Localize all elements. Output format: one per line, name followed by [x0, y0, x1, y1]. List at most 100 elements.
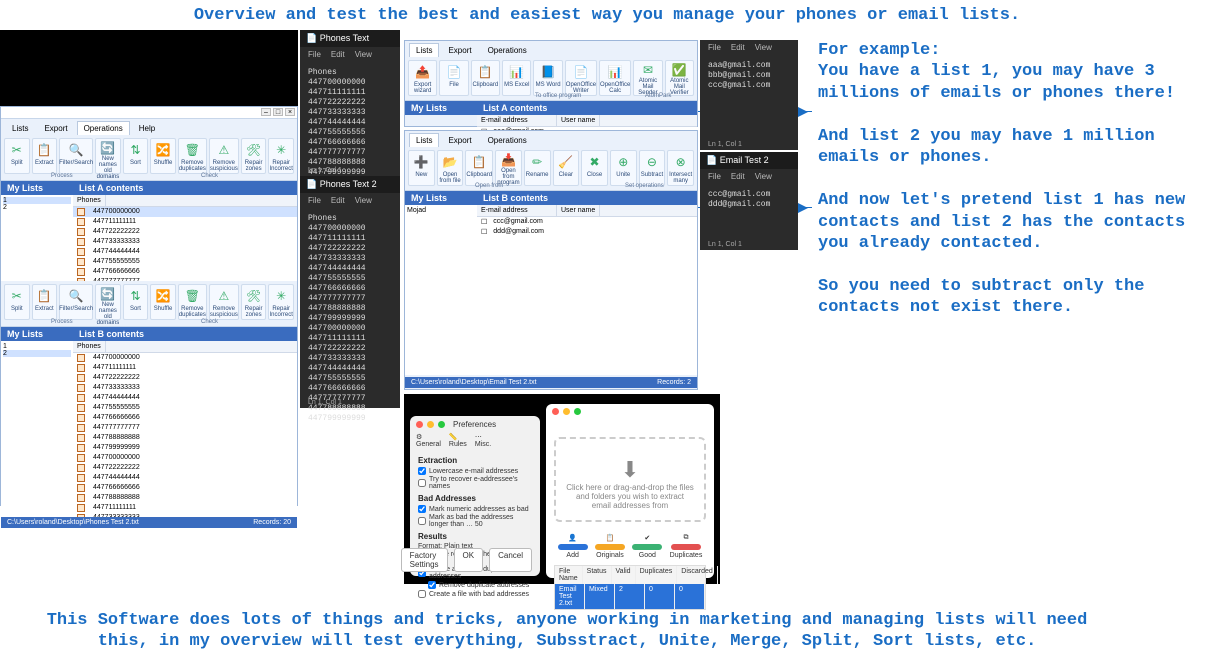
toolbar-sort-button[interactable]: ⇅Sort	[123, 138, 149, 174]
menu-edit[interactable]: Edit	[331, 50, 345, 59]
list-item[interactable]: 447733333333	[73, 383, 297, 393]
list-item[interactable]: 447755555555	[73, 403, 297, 413]
list-item[interactable]: 447777777777	[73, 423, 297, 433]
toolbar-export-wizard-button[interactable]: 📤Export wizard	[408, 60, 437, 96]
menu-file[interactable]: File	[308, 196, 321, 205]
menu-view[interactable]: View	[755, 43, 772, 52]
toolbar-shuffle-button[interactable]: 🔀Shuffle	[150, 284, 176, 320]
toolbar-repair-zones-button[interactable]: 🛠Repair zones	[241, 284, 267, 320]
list-item[interactable]: 447700000000	[73, 453, 297, 463]
toolbar-close-button[interactable]: ✖Close	[581, 150, 608, 186]
toolbar-open-from-program-button[interactable]: 📥Open from program	[495, 150, 522, 186]
toolbar-new-button[interactable]: ➕New	[408, 150, 435, 186]
tab-operations[interactable]: Operations	[77, 121, 130, 135]
list-item[interactable]: 447788888888	[73, 493, 297, 503]
list-item[interactable]: 447700000000	[73, 207, 297, 217]
close-dot[interactable]	[552, 408, 559, 415]
menu-edit[interactable]: Edit	[331, 196, 345, 205]
list-item[interactable]: 447744444444	[73, 393, 297, 403]
close-dot[interactable]	[416, 421, 423, 428]
toolbar-unite-button[interactable]: ⊕Unite	[610, 150, 637, 186]
toolbar-extract-button[interactable]: 📋Extract	[32, 284, 58, 320]
app3-sidebar-item[interactable]: Mojad	[407, 207, 475, 214]
list-index-2b[interactable]: 2	[3, 350, 71, 357]
toolbar-openoffice-writer-button[interactable]: 📄OpenOffice Writer	[565, 60, 597, 96]
menu-file[interactable]: File	[708, 172, 721, 181]
factory-settings-button[interactable]: Factory Settings	[401, 548, 448, 572]
list-item[interactable]: 447722222222	[73, 463, 297, 473]
close-button[interactable]: ×	[285, 108, 295, 116]
ok-button[interactable]: OK	[454, 548, 484, 572]
cancel-button[interactable]: Cancel	[489, 548, 532, 572]
toolbar-ms-excel-button[interactable]: 📊MS Excel	[502, 60, 531, 96]
list-item[interactable]: 447733333333	[73, 237, 297, 247]
toolbar-atomic-mail-sender-button[interactable]: ✉Atomic Mail Sender	[633, 60, 662, 96]
toolbar-subtract-button[interactable]: ⊖Subtract	[639, 150, 666, 186]
maximize-button[interactable]: □	[273, 108, 283, 116]
list-item[interactable]: 447766666666	[73, 267, 297, 277]
toolbar-openoffice-calc-button[interactable]: 📊OpenOffice Calc	[599, 60, 631, 96]
tab-operations[interactable]: Operations	[481, 43, 534, 57]
chk-lowercase[interactable]	[418, 467, 426, 475]
list-item[interactable]: 447711111111	[73, 363, 297, 373]
menu-view[interactable]: View	[355, 50, 372, 59]
toolbar-remove-duplicates-button[interactable]: 🗑Remove duplicates	[178, 138, 207, 174]
toolbar-remove-suspicious-button[interactable]: ⚠Remove suspicious	[209, 284, 239, 320]
tab-lists[interactable]: Lists	[5, 121, 35, 135]
list-item[interactable]: 447711111111	[73, 503, 297, 513]
toolbar-rename-button[interactable]: ✏Rename	[524, 150, 551, 186]
menu-file[interactable]: File	[708, 43, 721, 52]
drop-zone[interactable]: ⬇ Click here or drag-and-drop the files …	[554, 437, 706, 522]
list-item[interactable]: 447711111111	[73, 217, 297, 227]
toolbar-open-from-file-button[interactable]: 📂Open from file	[437, 150, 464, 186]
chk-recover-names[interactable]	[418, 479, 426, 487]
menu-view[interactable]: View	[755, 172, 772, 181]
list-item[interactable]: 447744444444	[73, 247, 297, 257]
list-item[interactable]: 447722222222	[73, 373, 297, 383]
toolbar-clipboard-button[interactable]: 📋Clipboard	[465, 150, 493, 186]
tab-export[interactable]: Export	[37, 121, 74, 135]
list-index-1[interactable]: 1	[3, 197, 71, 204]
toolbar-repair-incorrect-button[interactable]: ✳Repair Incorrect	[268, 138, 294, 174]
chk-remove-dup[interactable]	[428, 581, 436, 589]
toolbar-ms-word-button[interactable]: 📘MS Word	[533, 60, 562, 96]
toolbar-file-button[interactable]: 📄File	[439, 60, 468, 96]
toolbar-filter-search-button[interactable]: 🔍Filter/Search	[59, 138, 93, 174]
tab-lists[interactable]: Lists	[409, 43, 439, 57]
table-row[interactable]: Email Test 2.txt Mixed 2 0 0	[555, 584, 705, 609]
list-item[interactable]: 447700000000	[73, 353, 297, 363]
minimize-dot[interactable]	[563, 408, 570, 415]
list-item[interactable]: 447755555555	[73, 257, 297, 267]
menu-file[interactable]: File	[308, 50, 321, 59]
list-item[interactable]: 447722222222	[73, 227, 297, 237]
menu-view[interactable]: View	[355, 196, 372, 205]
chk-numeric-bad[interactable]	[418, 505, 426, 513]
tab-export[interactable]: Export	[441, 133, 478, 147]
toolbar-new-names-old-domains-button[interactable]: 🔄New names old domains	[95, 284, 121, 320]
list-item[interactable]: ☐ccc@gmail.com	[477, 217, 697, 227]
chk-longer-bad[interactable]	[418, 517, 426, 525]
list-item[interactable]: 447766666666	[73, 413, 297, 423]
toolbar-remove-duplicates-button[interactable]: 🗑Remove duplicates	[178, 284, 207, 320]
toolbar-repair-zones-button[interactable]: 🛠Repair zones	[241, 138, 267, 174]
minimize-button[interactable]: –	[261, 108, 271, 116]
list-item[interactable]: 447733333333	[73, 513, 297, 517]
tab-operations[interactable]: Operations	[481, 133, 534, 147]
zoom-dot[interactable]	[438, 421, 445, 428]
toolbar-shuffle-button[interactable]: 🔀Shuffle	[150, 138, 176, 174]
menu-edit[interactable]: Edit	[731, 43, 745, 52]
toolbar-clear-button[interactable]: 🧹Clear	[553, 150, 580, 186]
toolbar-filter-search-button[interactable]: 🔍Filter/Search	[59, 284, 93, 320]
list-item[interactable]: 447799999999	[73, 443, 297, 453]
toolbar-sort-button[interactable]: ⇅Sort	[123, 284, 149, 320]
prefs-tab-misc[interactable]: ⋯Misc.	[475, 433, 491, 448]
toolbar-new-names-old-domains-button[interactable]: 🔄New names old domains	[95, 138, 121, 174]
tab-lists[interactable]: Lists	[409, 133, 439, 147]
toolbar-clipboard-button[interactable]: 📋Clipboard	[471, 60, 500, 96]
list-item[interactable]: 447744444444	[73, 473, 297, 483]
toolbar-extract-button[interactable]: 📋Extract	[32, 138, 58, 174]
list-index-2[interactable]: 2	[3, 204, 71, 211]
list-item[interactable]: ☐ddd@gmail.com	[477, 227, 697, 237]
prefs-tab-rules[interactable]: 📏Rules	[449, 433, 467, 448]
toolbar-remove-suspicious-button[interactable]: ⚠Remove suspicious	[209, 138, 239, 174]
